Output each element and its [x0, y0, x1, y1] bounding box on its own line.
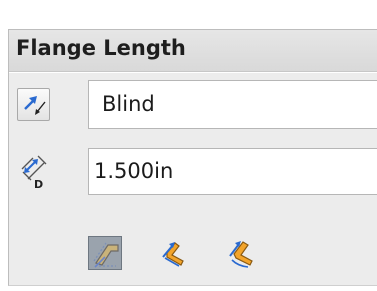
outer-virtual-sharp-icon [93, 242, 119, 268]
panel-header[interactable]: Flange Length [9, 30, 377, 72]
outer-virtual-sharp-button[interactable] [88, 236, 122, 270]
end-condition-select[interactable]: Blind [88, 80, 377, 129]
reverse-direction-button[interactable] [17, 88, 50, 121]
inner-virtual-sharp-icon [162, 242, 184, 267]
reverse-direction-icon [24, 96, 46, 115]
distance-icon: D [21, 155, 47, 190]
length-field[interactable]: 1.500in [88, 148, 377, 195]
tangent-bend-button[interactable] [224, 236, 258, 270]
svg-text:D: D [34, 178, 43, 190]
flange-length-panel: Flange Length Blind D 1.500in [8, 29, 377, 286]
length-value: 1.500in [94, 159, 174, 183]
divider [9, 72, 377, 73]
panel-title: Flange Length [16, 36, 186, 60]
end-condition-value: Blind [102, 92, 155, 116]
inner-virtual-sharp-button[interactable] [156, 236, 190, 270]
tangent-bend-icon [229, 241, 253, 268]
